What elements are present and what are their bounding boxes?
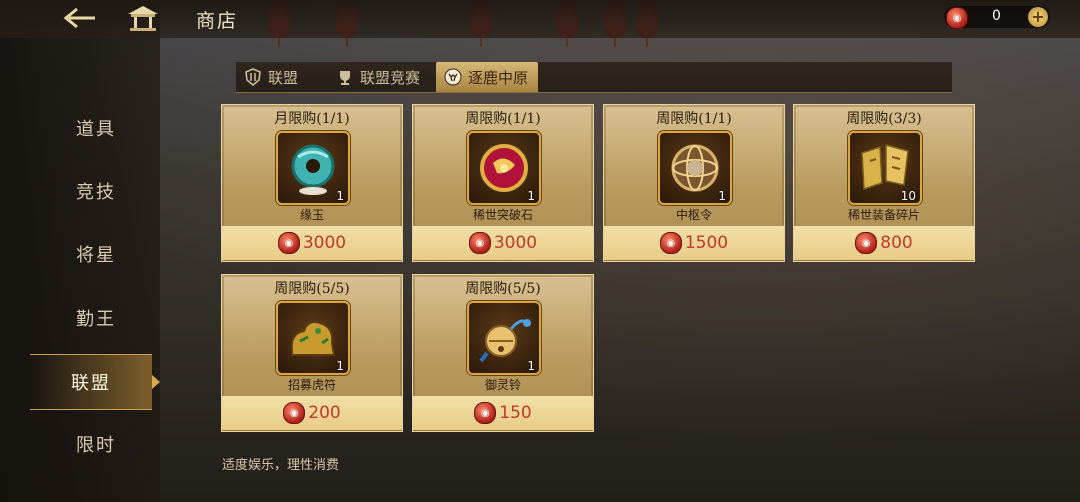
item-quantity: 10 — [900, 189, 916, 203]
active-indicator-icon — [152, 375, 160, 389]
sidebar-item-alliance[interactable]: 联盟 — [30, 354, 160, 410]
price-button[interactable]: ◉ 3000 — [222, 226, 402, 260]
currency-coin-icon: ◉ — [855, 232, 878, 254]
sidebar-item-royal-guard[interactable]: 勤王 — [40, 291, 152, 345]
add-currency-button[interactable]: + — [1028, 7, 1048, 27]
item-quantity: 1 — [336, 189, 344, 203]
sidebar-item-label: 限时 — [76, 435, 116, 456]
currency-coin-icon: ◉ — [468, 232, 491, 254]
shop-item-card[interactable]: 周限购(1/1) 1 中枢令 ◉ 1500 — [603, 104, 785, 262]
back-arrow-icon — [63, 7, 95, 29]
sidebar-item-label: 勤王 — [76, 309, 116, 330]
shop-item-card[interactable]: 周限购(5/5) 1 御灵铃 ◉ 150 — [412, 274, 594, 432]
item-price: 800 — [880, 233, 913, 253]
item-icon-frame: 1 — [658, 131, 732, 205]
item-quantity: 1 — [336, 359, 344, 373]
currency-coin-icon: ◉ — [946, 7, 968, 29]
item-name: 招募虎符 — [287, 378, 336, 392]
item-icon-frame: 1 — [467, 131, 541, 205]
sidebar-item-label: 竞技 — [76, 182, 116, 203]
item-name: 缘玉 — [299, 208, 324, 222]
item-price: 1500 — [684, 233, 729, 253]
sidebar-item-label: 道具 — [76, 119, 116, 140]
tab-label: 联盟 — [268, 68, 299, 87]
item-name: 御灵铃 — [484, 378, 521, 392]
purchase-limit: 周限购(1/1) — [465, 111, 541, 127]
item-icon-frame: 1 — [276, 131, 350, 205]
sidebar-item-arena[interactable]: 竞技 — [40, 164, 152, 218]
item-name: 中枢令 — [675, 208, 712, 222]
sidebar-item-label: 将星 — [76, 245, 116, 266]
item-quantity: 1 — [527, 189, 535, 203]
currency-amount: 0 — [992, 8, 1001, 24]
sidebar-item-props[interactable]: 道具 — [40, 101, 152, 155]
currency-display: ◉ 0 + — [944, 6, 1050, 29]
tab-label: 逐鹿中原 — [468, 68, 529, 87]
shop-item-card[interactable]: 周限购(5/5) 1 招募虎符 ◉ 200 — [221, 274, 403, 432]
price-button[interactable]: ◉ 200 — [222, 396, 402, 430]
tab-label: 联盟竞赛 — [360, 68, 421, 87]
shop-pavilion-icon — [126, 4, 160, 32]
sidebar-item-limited[interactable]: 限时 — [40, 417, 152, 471]
item-name: 稀世突破石 — [472, 208, 533, 222]
tab-zhulu-zhongyuan[interactable]: 逐鹿中原 — [436, 62, 539, 92]
shop-item-card[interactable]: 月限购(1/1) 1 缘玉 ◉ 3000 — [221, 104, 403, 262]
currency-coin-icon: ◉ — [277, 232, 300, 254]
currency-coin-icon: ◉ — [659, 232, 682, 254]
tab-alliance-competition[interactable]: 联盟竞赛 — [336, 62, 420, 92]
price-button[interactable]: ◉ 150 — [413, 396, 593, 430]
item-price: 150 — [499, 403, 532, 423]
currency-coin-icon: ◉ — [474, 402, 497, 424]
purchase-limit: 周限购(1/1) — [656, 111, 732, 127]
deer-icon — [444, 68, 462, 86]
item-price: 200 — [308, 403, 341, 423]
item-price: 3000 — [493, 233, 538, 253]
item-icon-frame: 10 — [848, 131, 922, 205]
item-icon-frame: 1 — [276, 301, 350, 375]
moderation-notice: 适度娱乐，理性消费 — [222, 458, 340, 473]
price-button[interactable]: ◉ 3000 — [413, 226, 593, 260]
back-button[interactable] — [58, 4, 102, 32]
price-button[interactable]: ◉ 1500 — [604, 226, 784, 260]
tab-bar: 联盟 联盟竞赛 逐鹿中原 — [236, 62, 952, 93]
tab-alliance[interactable]: 联盟 — [244, 62, 298, 92]
item-price: 3000 — [302, 233, 347, 253]
sidebar-item-general-star[interactable]: 将星 — [40, 227, 152, 281]
currency-coin-icon: ◉ — [283, 402, 306, 424]
item-icon-frame: 1 — [467, 301, 541, 375]
purchase-limit: 周限购(3/3) — [846, 111, 922, 127]
trophy-icon — [340, 71, 350, 85]
purchase-limit: 周限购(5/5) — [465, 281, 541, 297]
item-quantity: 1 — [527, 359, 535, 373]
purchase-limit: 月限购(1/1) — [274, 111, 350, 127]
shop-item-card[interactable]: 周限购(3/3) 10 稀世装备碎片 ◉ 800 — [793, 104, 975, 262]
price-button[interactable]: ◉ 800 — [794, 226, 974, 260]
page-title: 商店 — [196, 10, 239, 32]
item-name: 稀世装备碎片 — [847, 208, 920, 222]
sidebar-item-label: 联盟 — [71, 373, 111, 394]
purchase-limit: 周限购(5/5) — [274, 281, 350, 297]
top-bar: 商店 ◉ 0 + — [0, 0, 1080, 38]
item-quantity: 1 — [718, 189, 726, 203]
shield-icon — [245, 68, 261, 86]
shop-item-card[interactable]: 周限购(1/1) 1 稀世突破石 ◉ 3000 — [412, 104, 594, 262]
